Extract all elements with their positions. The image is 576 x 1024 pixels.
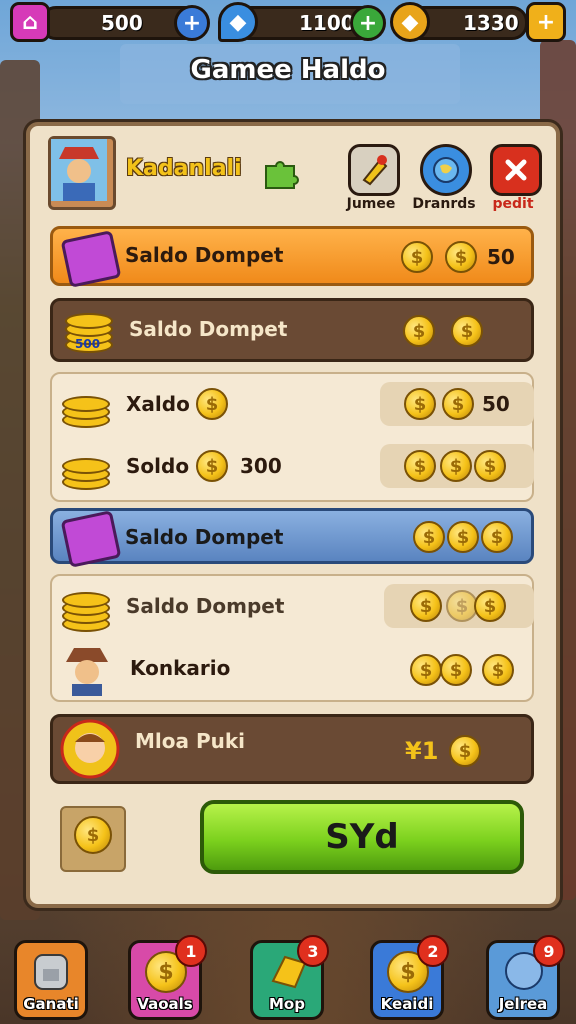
- chest-icon: [60, 230, 122, 288]
- edit-button-label: Jumee: [346, 196, 396, 212]
- coin-stack-icon: [62, 586, 110, 632]
- wallet-row-label: Xaldo: [126, 392, 190, 416]
- globe-button-label: Dranrds: [412, 196, 476, 212]
- wallet-row-light[interactable]: Soldo $ 300 $ $ $: [50, 440, 534, 494]
- wallet-row-light[interactable]: Xaldo $ $ $ 50: [50, 378, 534, 432]
- notification-badge: 3: [297, 935, 329, 967]
- character-portrait-icon: [60, 719, 120, 779]
- coin-icon: $: [447, 521, 479, 553]
- nav-label: Jelrea: [498, 995, 548, 1013]
- coin-icon: $: [482, 654, 514, 686]
- wallet-panel: Kadanlali Jumee Dranrds pedit Saldo Domp…: [26, 122, 560, 908]
- add-gem-button[interactable]: +: [350, 5, 386, 41]
- home-icon[interactable]: ⌂: [10, 2, 50, 42]
- player-avatar[interactable]: [48, 136, 116, 210]
- coin-icon: $: [445, 241, 477, 273]
- coin-icon: $: [410, 590, 442, 622]
- nav-label: Keaidi: [380, 995, 434, 1013]
- coin-icon: $: [481, 521, 513, 553]
- coin-icon: $: [474, 450, 506, 482]
- player-name: Kadanlali: [126, 156, 242, 181]
- coin-icon: $: [451, 315, 483, 347]
- close-button-label: pedit: [492, 196, 534, 212]
- close-button[interactable]: [490, 144, 542, 196]
- syd-button[interactable]: SYd: [200, 800, 524, 874]
- wallet-row-label: Saldo Dompet: [126, 594, 285, 618]
- coin-icon: $: [410, 654, 442, 686]
- nav-item-mop[interactable]: 3 Mop: [250, 935, 329, 1020]
- coin-icon: $: [442, 388, 474, 420]
- edit-button[interactable]: [348, 144, 400, 196]
- coin-stack-icon: [62, 446, 110, 490]
- nav-item-vaoals[interactable]: $ 1 Vaoals: [128, 935, 207, 1020]
- coin-reward-icon: $: [60, 806, 126, 872]
- coin-stack-icon: [62, 384, 110, 428]
- wallet-row-label: Soldo: [126, 454, 190, 478]
- backpack-icon: [34, 954, 68, 990]
- add-home-button[interactable]: +: [174, 5, 210, 41]
- resource-gem-value: 1100: [299, 11, 355, 35]
- wallet-row-label: Konkario: [130, 656, 231, 680]
- wallet-row-dark[interactable]: Mloa Puki ¥1 $: [50, 714, 534, 784]
- coin-icon: $: [404, 388, 436, 420]
- close-icon: [505, 159, 527, 181]
- nav-label: Mop: [269, 995, 305, 1013]
- bottom-nav: Ganati $ 1 Vaoals 3 Mop $ 2 Keaidi 9 Jel…: [0, 928, 576, 1024]
- coin-icon: $: [413, 521, 445, 553]
- game-title: Gamee Haldo: [190, 55, 386, 85]
- player-portrait-icon: [51, 139, 107, 201]
- wallet-row-value: ¥1: [405, 737, 439, 765]
- resource-gold-value: 1330: [463, 11, 519, 35]
- wallet-row-dark[interactable]: 500 Saldo Dompet $ $: [50, 298, 534, 362]
- coin-icon: $: [440, 450, 472, 482]
- wallet-row-label: Saldo Dompet: [125, 243, 284, 267]
- wallet-row-label: Mloa Puki: [135, 729, 246, 753]
- notification-badge: 9: [533, 935, 565, 967]
- coin-icon: $: [404, 450, 436, 482]
- gold-icon[interactable]: ◆: [390, 2, 430, 42]
- wallet-row-value: 50: [487, 245, 515, 269]
- character-portrait-icon: [66, 648, 108, 696]
- nav-item-jelrea[interactable]: 9 Jelrea: [486, 935, 565, 1020]
- notification-badge: 1: [175, 935, 207, 967]
- globe-icon: [433, 157, 459, 183]
- coin-icon: $: [196, 450, 228, 482]
- wallet-row-value: 50: [482, 392, 510, 416]
- nav-label: Ganati: [23, 995, 79, 1013]
- notification-badge: 2: [417, 935, 449, 967]
- wallet-row-label: Saldo Dompet: [125, 525, 284, 549]
- resource-bar: 500 ⌂ + 1100 ◆ + 1330 ◆ +: [0, 0, 576, 44]
- coin-icon: $: [449, 735, 481, 767]
- wallet-row-orange[interactable]: Saldo Dompet $ $ 50: [50, 226, 534, 288]
- nav-item-ganati[interactable]: Ganati: [14, 940, 88, 1020]
- globe-button[interactable]: [420, 144, 472, 196]
- coin-icon: $: [196, 388, 228, 420]
- pencil-icon: [362, 155, 388, 186]
- wallet-row-label: Saldo Dompet: [129, 317, 288, 341]
- nav-label: Vaoals: [137, 995, 193, 1013]
- coin-icon: $: [440, 654, 472, 686]
- wallet-row-blue[interactable]: Saldo Dompet $ $ $: [50, 508, 534, 568]
- chest-icon: [60, 510, 122, 568]
- puzzle-icon: [265, 161, 299, 189]
- coin-icon: $: [474, 590, 506, 622]
- resource-home-value: 500: [101, 11, 143, 35]
- gem-icon[interactable]: ◆: [218, 2, 258, 42]
- wallet-row-light[interactable]: Saldo Dompet $ $ $: [50, 580, 534, 634]
- wallet-row-light[interactable]: Konkario $ $ $: [50, 640, 534, 698]
- wallet-row-value: 300: [240, 454, 282, 478]
- nav-item-keaidi[interactable]: $ 2 Keaidi: [370, 935, 449, 1020]
- add-gold-button[interactable]: +: [526, 2, 566, 42]
- coin-icon: $: [74, 816, 112, 854]
- coin-icon: $: [401, 241, 433, 273]
- coin-icon: $: [403, 315, 435, 347]
- coin-stack-badge: 500: [75, 337, 101, 351]
